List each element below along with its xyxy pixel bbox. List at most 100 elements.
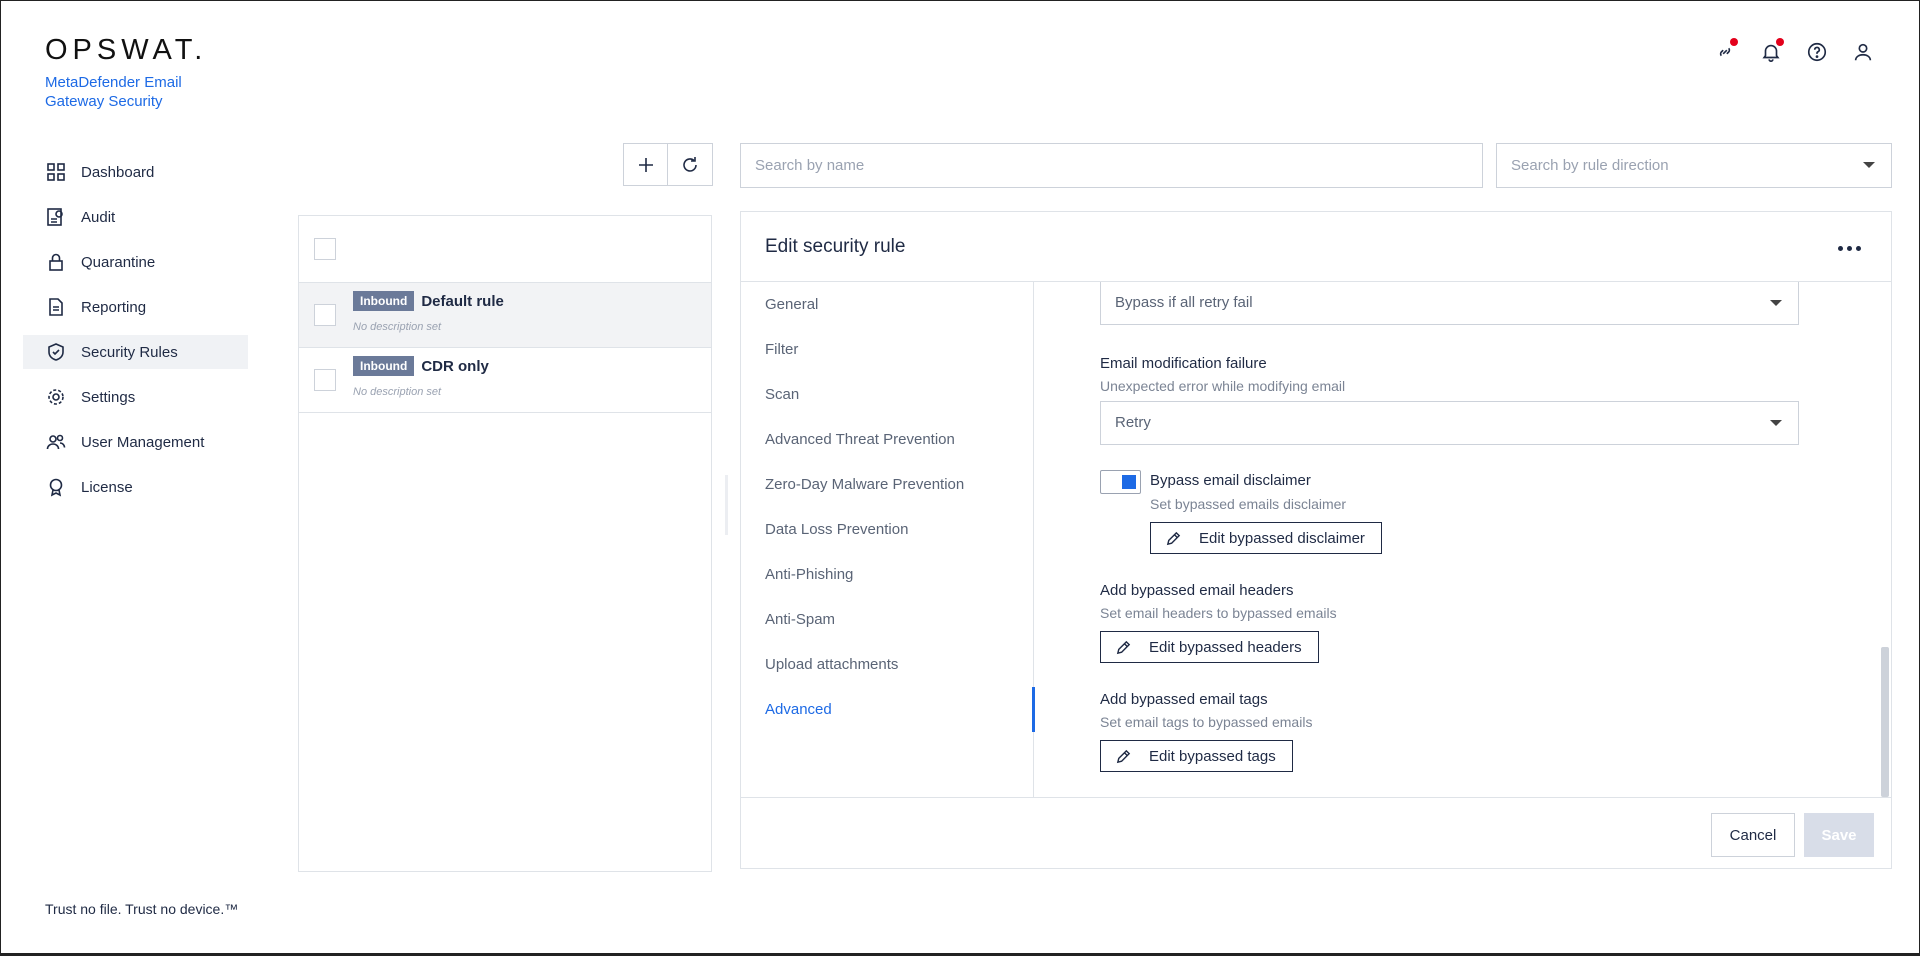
tab-filter[interactable]: Filter — [741, 327, 1033, 372]
edit-disclaimer-button[interactable]: Edit bypassed disclaimer — [1150, 522, 1382, 554]
tab-general[interactable]: General — [741, 282, 1033, 327]
chevron-down-icon — [1770, 300, 1782, 306]
tab-upload-attachments[interactable]: Upload attachments — [741, 642, 1033, 687]
edit-tags-button[interactable]: Edit bypassed tags — [1100, 740, 1293, 772]
tab-data-loss-prevention[interactable]: Data Loss Prevention — [741, 507, 1033, 552]
content-scrollbar[interactable] — [1881, 282, 1889, 797]
advanced-settings: Bypass if all retry fail Email modificat… — [1035, 282, 1891, 797]
cancel-button[interactable]: Cancel — [1711, 813, 1795, 857]
sidebar-item-audit[interactable]: Audit — [23, 200, 248, 234]
search-by-name-input[interactable]: Search by name — [740, 143, 1483, 188]
edit-rule-panel: Edit security rule General Filter Scan A… — [740, 211, 1892, 869]
tab-anti-phishing[interactable]: Anti-Phishing — [741, 552, 1033, 597]
rule-name: Default rule — [421, 292, 504, 310]
tab-advanced[interactable]: Advanced — [741, 687, 1035, 732]
mod-failure-label: Email modification failure — [1100, 355, 1267, 372]
chevron-down-icon — [1863, 162, 1875, 168]
rule-description: No description set — [353, 386, 442, 398]
sidebar-item-quarantine[interactable]: Quarantine — [23, 245, 248, 279]
user-icon[interactable] — [1851, 40, 1875, 64]
sidebar-item-label: Dashboard — [81, 163, 155, 181]
document-icon — [49, 298, 63, 316]
sidebar-item-label: Audit — [81, 208, 116, 226]
disclaimer-sub: Set bypassed emails disclaimer — [1150, 496, 1347, 512]
rule-name: CDR only — [421, 357, 489, 375]
notification-dot — [1776, 38, 1784, 46]
brand: OPSWAT. MetaDefender Email Gateway Secur… — [45, 34, 207, 111]
pencil-icon — [1116, 640, 1131, 654]
toggle-knob — [1122, 475, 1136, 489]
sidebar-item-label: User Management — [81, 433, 205, 451]
audit-icon — [47, 208, 63, 226]
direction-badge: Inbound — [353, 356, 415, 376]
help-icon[interactable] — [1805, 40, 1829, 64]
select-all-checkbox[interactable] — [314, 238, 336, 260]
refresh-icon — [683, 156, 697, 172]
pencil-icon — [1116, 749, 1131, 763]
edit-header: Edit security rule — [741, 212, 1891, 282]
list-toolbar — [623, 143, 713, 186]
sidebar-item-label: Quarantine — [81, 253, 156, 271]
notification-dot — [1730, 38, 1738, 46]
rule-list: Inbound Default rule No description set … — [298, 215, 712, 872]
bell-icon[interactable] — [1759, 38, 1784, 64]
rule-line: Inbound CDR only — [353, 356, 489, 376]
rule-line: Inbound Default rule — [353, 291, 504, 311]
sidebar-item-settings[interactable]: Settings — [23, 380, 248, 414]
sidebar-nav: Dashboard Audit Quarantine Reporting Sec… — [23, 155, 248, 515]
tab-zero-day-malware-prevention[interactable]: Zero-Day Malware Prevention — [741, 462, 1033, 507]
search-by-direction-select[interactable]: Search by rule direction — [1496, 143, 1892, 188]
retry-failure-select[interactable]: Bypass if all retry fail — [1100, 282, 1799, 325]
headers-label: Add bypassed email headers — [1100, 582, 1294, 599]
button-label: Edit bypassed tags — [1149, 747, 1276, 765]
top-icons — [1713, 38, 1875, 64]
more-options-icon[interactable] — [1838, 246, 1861, 251]
product-name: MetaDefender Email Gateway Security — [45, 74, 182, 110]
scrollbar-thumb[interactable] — [1881, 647, 1889, 797]
refresh-button[interactable] — [668, 143, 713, 186]
sidebar-item-user-management[interactable]: User Management — [23, 425, 248, 459]
sidebar-item-dashboard[interactable]: Dashboard — [23, 155, 248, 189]
users-icon — [46, 434, 66, 450]
mod-failure-select[interactable]: Retry — [1100, 401, 1799, 445]
lock-icon — [49, 253, 63, 271]
edit-title: Edit security rule — [765, 236, 906, 257]
chevron-down-icon — [1770, 420, 1782, 426]
button-label: Edit bypassed disclaimer — [1199, 529, 1365, 547]
pencil-icon — [1166, 531, 1181, 545]
opswat-logo[interactable]: OPSWAT. — [45, 34, 207, 67]
headers-sub: Set email headers to bypassed emails — [1100, 605, 1337, 621]
gear-icon — [48, 389, 64, 405]
add-rule-button[interactable] — [623, 143, 668, 186]
rule-row-default[interactable]: Inbound Default rule No description set — [299, 283, 711, 348]
tags-label: Add bypassed email tags — [1100, 691, 1268, 708]
save-button[interactable]: Save — [1804, 813, 1874, 857]
tags-sub: Set email tags to bypassed emails — [1100, 714, 1313, 730]
sidebar-item-label: Settings — [81, 388, 136, 406]
dashboard-icon — [47, 163, 65, 181]
link-icon[interactable] — [1713, 38, 1738, 64]
shield-check-icon — [48, 343, 64, 361]
row-checkbox[interactable] — [314, 304, 336, 326]
tab-advanced-threat-prevention[interactable]: Advanced Threat Prevention — [741, 417, 1033, 462]
sidebar-item-security-rules[interactable]: Security Rules — [23, 335, 248, 369]
select-value: Retry — [1115, 414, 1151, 431]
mod-failure-sub: Unexpected error while modifying email — [1100, 378, 1346, 394]
sidebar-item-reporting[interactable]: Reporting — [23, 290, 248, 324]
edit-headers-button[interactable]: Edit bypassed headers — [1100, 631, 1319, 663]
sidebar-item-label: Reporting — [81, 298, 147, 316]
award-icon — [49, 478, 63, 497]
tab-scan[interactable]: Scan — [741, 372, 1033, 417]
edit-tabs: General Filter Scan Advanced Threat Prev… — [741, 282, 1035, 797]
tab-anti-spam[interactable]: Anti-Spam — [741, 597, 1033, 642]
tagline: Trust no file. Trust no device.™ — [45, 901, 239, 917]
edit-footer: Cancel Save — [741, 797, 1891, 869]
sidebar-item-license[interactable]: License — [23, 470, 248, 504]
disclaimer-label: Bypass email disclaimer — [1150, 472, 1311, 489]
rule-row-cdr[interactable]: Inbound CDR only No description set — [299, 348, 711, 413]
direction-badge: Inbound — [353, 291, 415, 311]
panel-splitter[interactable] — [725, 475, 728, 535]
sidebar-item-label: Security Rules — [81, 343, 178, 361]
row-checkbox[interactable] — [314, 369, 336, 391]
bypass-disclaimer-toggle[interactable] — [1100, 470, 1141, 494]
